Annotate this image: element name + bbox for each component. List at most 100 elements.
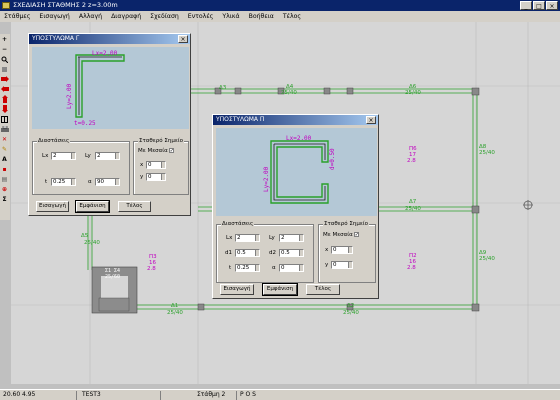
window-titlebar: ΣΧΕΔΙΑΣΗ ΣΤΑΘΜΗΣ 2 z=3.00m _ □ × xyxy=(0,0,560,11)
menu-item-levels[interactable]: Στάθμες xyxy=(4,11,30,22)
end-button[interactable]: Τέλος xyxy=(306,284,340,295)
beam-size-label: 25/40 xyxy=(479,256,495,262)
arrow-right-icon[interactable] xyxy=(0,75,9,83)
d1-label: d1 xyxy=(225,250,232,256)
x-label: x xyxy=(325,247,329,253)
preview-t-label: t=0.25 xyxy=(74,120,96,127)
fixed-point-group: Σταθερό Σημείο Με Μεσαία ✓ x 0 y 0 xyxy=(133,138,189,195)
arrow-up-icon[interactable] xyxy=(0,95,9,103)
end-button[interactable]: Τέλος xyxy=(118,201,151,212)
angle-field[interactable]: 90 xyxy=(95,178,120,186)
lx-field[interactable]: 2 xyxy=(51,152,76,160)
app-icon xyxy=(2,2,10,9)
minimize-button[interactable]: _ xyxy=(520,1,532,10)
t-field[interactable]: 0.25 xyxy=(235,264,260,272)
shape-preview: Lx=2.00 Ly=2.00 d=0.50 xyxy=(216,128,377,216)
pencil-icon[interactable]: ✎ xyxy=(0,145,9,153)
t-label: t xyxy=(45,179,48,185)
beam-size-label: 25/40 xyxy=(84,240,100,246)
ly-field[interactable]: 2 xyxy=(95,152,120,160)
angle-label: α xyxy=(272,265,276,271)
minus-icon[interactable]: − xyxy=(0,45,9,53)
ly-label: Ly xyxy=(85,153,91,159)
beam-size-label: 25/40 xyxy=(405,90,421,96)
slab-label: 2.8 xyxy=(407,158,416,164)
status-y-coordinate: 4.95 xyxy=(22,391,36,398)
arrow-down-icon[interactable] xyxy=(0,105,9,113)
menu-item-materials[interactable]: Υλικά xyxy=(222,11,239,22)
menu-item-insert[interactable]: Εισαγωγή xyxy=(39,11,69,22)
show-button[interactable]: Εμφάνιση xyxy=(75,200,110,213)
printer-icon[interactable] xyxy=(0,125,9,133)
menu-item-help[interactable]: Βοήθεια xyxy=(249,11,274,22)
arrow-left-icon[interactable] xyxy=(0,85,9,93)
x-label: x xyxy=(140,162,144,168)
y-label: y xyxy=(325,262,329,268)
ly-field[interactable]: 2 xyxy=(279,234,304,242)
dimensions-group-title: Διαστάσεις xyxy=(37,138,71,145)
angle-field[interactable]: 0 xyxy=(279,264,304,272)
dimensions-group: Διαστάσεις Lx 2 Ly 2 t 0.25 α 90 xyxy=(32,138,130,195)
window-title: ΣΧΕΔΙΑΣΗ ΣΤΑΘΜΗΣ 2 z=3.00m xyxy=(13,1,118,9)
grid-icon[interactable] xyxy=(0,115,9,123)
dialog-title: ΥΠΟΣΤΥΛΩΜΑ Π xyxy=(216,116,265,123)
dialog-close-button[interactable]: × xyxy=(178,35,188,43)
d2-label: d2 xyxy=(269,250,276,256)
fixed-point-title: Σταθερό Σημείο xyxy=(138,138,185,145)
centroid-checkbox[interactable]: ✓ xyxy=(353,232,359,238)
l-shape-outline xyxy=(75,54,125,118)
status-bar: 20.60 4.95 TEST3 Στάθμη 2 P O S xyxy=(0,389,560,400)
beam-size-label: 25/40 xyxy=(343,310,359,316)
column-l-dialog: ΥΠΟΣΤΥΛΩΜΑ Γ × Lx=2.00 Ly=2.00 t=0.25 Δι… xyxy=(28,33,191,216)
status-project: TEST3 xyxy=(82,391,101,398)
lx-label: Lx xyxy=(226,235,233,241)
preview-ly-label: Ly=2.00 xyxy=(66,83,73,109)
left-toolbar: + − ✕ ✎ A ▪ ▤ ⊕ Σ xyxy=(0,34,10,220)
lx-field[interactable]: 2 xyxy=(235,234,260,242)
d1-field[interactable]: 0.5 xyxy=(235,249,260,257)
x-field[interactable]: 0 xyxy=(146,161,166,169)
pan-icon[interactable] xyxy=(0,65,9,73)
plus-icon[interactable]: + xyxy=(0,35,9,43)
beam-label: Δ5 xyxy=(81,233,89,239)
centroid-checkbox[interactable]: ✓ xyxy=(168,148,174,154)
beam-size-label: 25/40 xyxy=(167,310,183,316)
dialog-title: ΥΠΟΣΤΥΛΩΜΑ Γ xyxy=(32,35,80,42)
beam-label: Δ3 xyxy=(219,85,227,91)
target-icon[interactable]: ⊕ xyxy=(0,185,9,193)
beam-label: Δ7 xyxy=(409,199,417,205)
menu-item-commands[interactable]: Εντολές xyxy=(188,11,214,22)
y-field[interactable]: 0 xyxy=(146,173,166,181)
x-field[interactable]: 0 xyxy=(331,246,353,254)
lx-label: Lx xyxy=(42,153,49,159)
t-label: t xyxy=(229,265,232,271)
d2-field[interactable]: 0.5 xyxy=(279,249,304,257)
dialog-close-button[interactable]: × xyxy=(366,116,376,124)
beam-label: Δ2 xyxy=(347,303,354,309)
fixed-point-group: Σταθερό Σημείο Με Μεσαία ✓ x 0 y 0 xyxy=(318,221,376,283)
centroid-label: Με Μεσαία ✓ xyxy=(323,232,359,238)
delete-icon[interactable]: ✕ xyxy=(0,135,9,143)
insert-button[interactable]: Εισαγωγή xyxy=(36,201,69,212)
y-field[interactable]: 0 xyxy=(331,261,353,269)
column-c-dialog: ΥΠΟΣΤΥΛΩΜΑ Π × Lx=2.00 Ly=2.00 d=0.50 Δι… xyxy=(212,114,379,299)
angle-label: α xyxy=(88,179,92,185)
sum-icon[interactable]: Σ xyxy=(0,195,9,203)
maximize-button[interactable]: □ xyxy=(533,1,545,10)
menu-item-delete[interactable]: Διαγραφή xyxy=(111,11,141,22)
beam-size-label: 25/40 xyxy=(405,206,421,212)
close-button[interactable]: × xyxy=(546,1,558,10)
show-button[interactable]: Εμφάνιση xyxy=(262,283,298,296)
menu-item-exit[interactable]: Τέλος xyxy=(283,11,301,22)
menu-item-modify[interactable]: Αλλαγή xyxy=(79,11,102,22)
text-icon[interactable]: A xyxy=(0,155,9,163)
menu-item-draw[interactable]: Σχεδίαση xyxy=(150,11,179,22)
column-icon[interactable]: ▪ xyxy=(0,165,9,173)
dialog-titlebar: ΥΠΟΣΤΥΛΩΜΑ Π × xyxy=(213,115,378,125)
insert-button[interactable]: Εισαγωγή xyxy=(220,284,254,295)
preview-lx-label: Lx=2.00 xyxy=(286,135,312,142)
c-shape-outline xyxy=(270,140,329,204)
zoom-icon[interactable] xyxy=(0,55,9,63)
t-field[interactable]: 0.25 xyxy=(51,178,76,186)
layers-icon[interactable]: ▤ xyxy=(0,175,9,183)
